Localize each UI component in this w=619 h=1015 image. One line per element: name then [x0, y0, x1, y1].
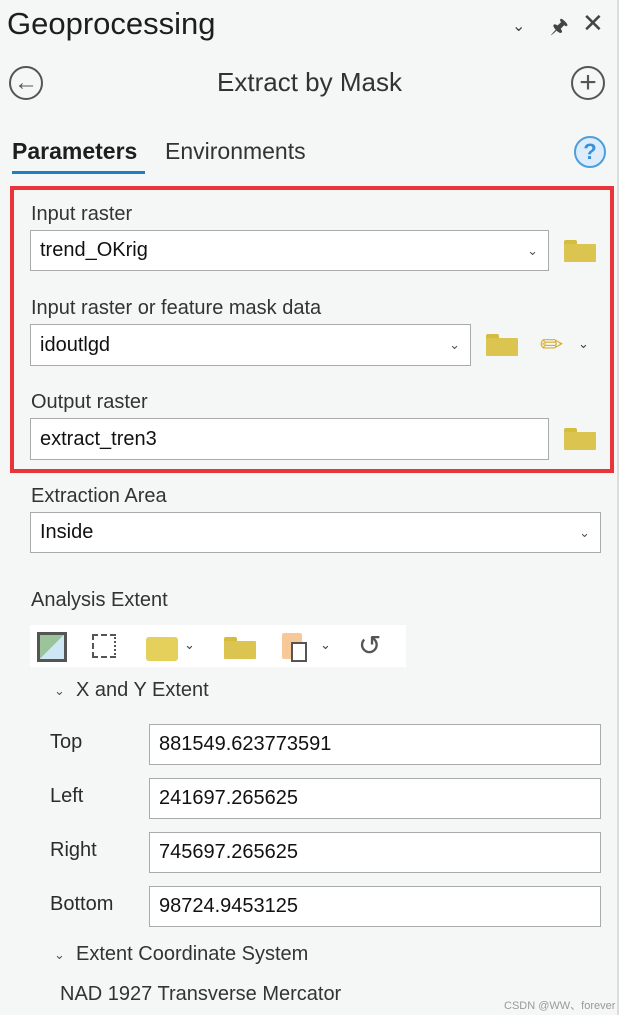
paste-extent-icon[interactable] [282, 633, 307, 662]
help-icon[interactable]: ? [574, 136, 606, 168]
options-chevron-icon[interactable]: ⌄ [512, 16, 525, 36]
input-raster-value: trend_OKrig [40, 239, 148, 261]
analysis-extent-label: Analysis Extent [31, 589, 168, 611]
top-label: Top [50, 731, 83, 753]
input-raster-label: Input raster [31, 203, 133, 225]
mask-label: Input raster or feature mask data [31, 297, 322, 319]
active-tab-indicator [12, 171, 145, 174]
chevron-down-icon[interactable]: ⌄ [320, 637, 331, 653]
coord-system-value: NAD 1927 Transverse Mercator [60, 983, 342, 1005]
chevron-down-icon[interactable]: ⌄ [578, 336, 589, 352]
folder-icon[interactable] [564, 428, 596, 450]
left-input[interactable]: 241697.265625 [149, 778, 601, 819]
input-raster-combo[interactable]: trend_OKrig ⌄ [30, 230, 549, 271]
extent-toolbar: ⌄ ⌄ ↺ [30, 625, 406, 667]
pin-icon[interactable]: 🖈 [550, 12, 569, 46]
bottom-input[interactable]: 98724.9453125 [149, 886, 601, 927]
close-icon[interactable]: ✕ [582, 8, 604, 39]
extraction-area-value: Inside [40, 521, 94, 543]
extraction-area-label: Extraction Area [31, 485, 167, 507]
chevron-down-icon: ⌄ [527, 242, 538, 258]
folder-icon[interactable] [564, 240, 596, 262]
browse-extent-folder-icon[interactable] [224, 637, 256, 659]
layer-extent-icon[interactable] [146, 637, 178, 661]
pane-title: Geoprocessing [7, 6, 216, 41]
output-raster-input[interactable]: extract_tren3 [30, 418, 549, 460]
right-input[interactable]: 745697.265625 [149, 832, 601, 873]
chevron-down-icon: ⌄ [449, 337, 460, 352]
chevron-down-icon[interactable]: ⌄ [54, 947, 65, 963]
pencil-icon[interactable]: ✏ [540, 328, 563, 361]
left-label: Left [50, 785, 84, 807]
tool-title: Extract by Mask [217, 67, 402, 97]
folder-icon[interactable] [486, 334, 518, 356]
xy-extent-section[interactable]: X and Y Extent [76, 679, 209, 702]
add-icon[interactable]: + [571, 66, 605, 100]
tab-parameters[interactable]: Parameters [12, 138, 137, 165]
chevron-down-icon[interactable]: ⌄ [54, 683, 65, 699]
chevron-down-icon[interactable]: ⌄ [184, 637, 195, 653]
mask-combo[interactable]: idoutlgd ⌄ [30, 324, 471, 366]
reset-icon[interactable]: ↺ [358, 629, 381, 662]
top-input[interactable]: 881549.623773591 [149, 724, 601, 765]
watermark: CSDN @WW、forever [504, 1000, 616, 1012]
right-label: Right [50, 839, 97, 861]
chevron-down-icon: ⌄ [579, 524, 590, 540]
extraction-area-select[interactable]: Inside ⌄ [30, 512, 601, 553]
tab-environments[interactable]: Environments [165, 138, 306, 165]
bottom-label: Bottom [50, 893, 114, 915]
mask-value: idoutlgd [40, 333, 111, 356]
current-display-extent-icon[interactable] [37, 632, 67, 662]
coord-system-section[interactable]: Extent Coordinate System [76, 943, 308, 966]
output-raster-label: Output raster [31, 391, 148, 413]
draw-extent-icon[interactable] [92, 634, 116, 658]
